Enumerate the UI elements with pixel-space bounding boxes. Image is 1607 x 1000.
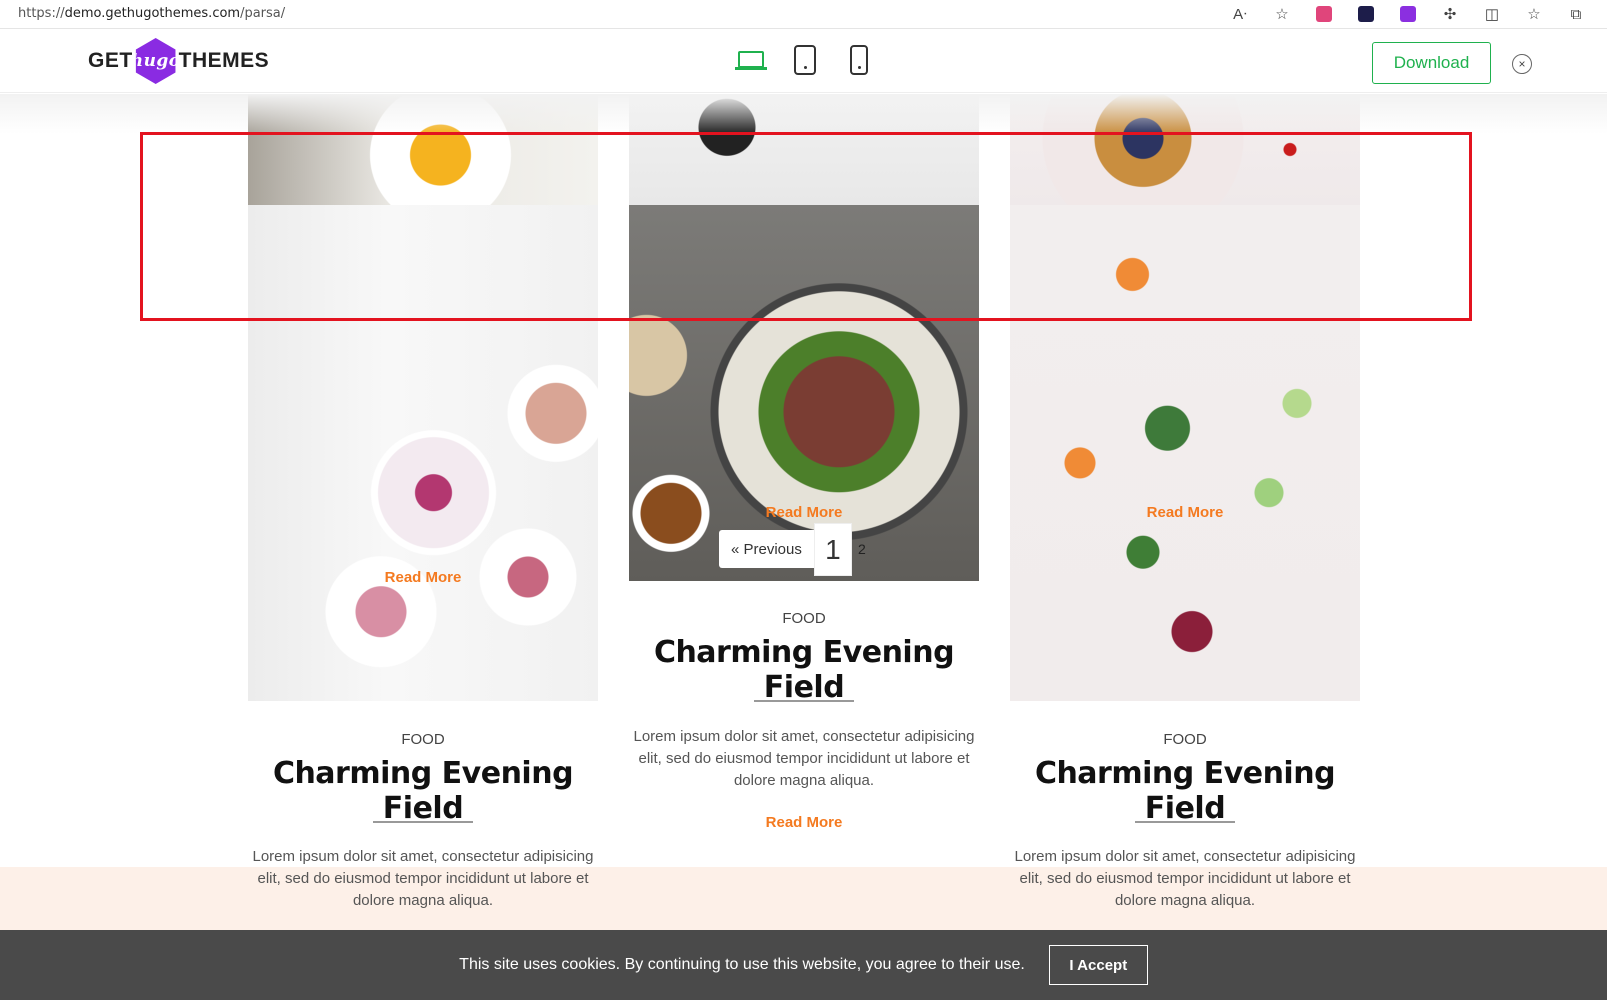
post-category[interactable]: FOOD [1010,731,1360,748]
favorites-icon[interactable]: ☆ [1513,3,1555,25]
accept-cookies-button[interactable]: I Accept [1048,945,1148,985]
cookie-consent-bar: This site uses cookies. By continuing to… [0,930,1607,1000]
extension-icon[interactable] [1387,3,1429,25]
blog-grid: Read More FOOD Charming Evening Field Lo… [0,94,1607,930]
device-switcher [735,44,874,76]
divider [373,821,473,823]
extensions-puzzle-icon[interactable]: ✣ [1429,3,1471,25]
read-more-overlay-link[interactable]: Read More [1010,504,1360,521]
read-more-overlay-link[interactable]: Read More [629,504,979,521]
favorite-star-icon[interactable]: ☆ [1261,3,1303,25]
divider [1135,821,1235,823]
read-more-link[interactable]: Read More [629,814,979,831]
post-excerpt: Lorem ipsum dolor sit amet, consectetur … [633,728,975,789]
extension-icon[interactable] [1303,3,1345,25]
url-host: demo.gethugothemes.com [64,6,241,21]
read-more-overlay-link[interactable]: Read More [248,569,598,586]
address-bar[interactable]: https://demo.gethugothemes.com/parsa/ [18,6,285,21]
read-aloud-icon[interactable]: Aᐧ [1219,3,1261,25]
browser-toolbar: https://demo.gethugothemes.com/parsa/ Aᐧ… [0,0,1607,29]
logo-text-right: THEMES [178,49,270,72]
page-2-link[interactable]: 2 [852,530,872,568]
highlight-annotation [140,132,1472,321]
divider [754,700,854,702]
current-page[interactable]: 1 [813,523,852,576]
logo-text-middle: hugo [130,51,181,71]
footer-band [0,867,1607,930]
post-title[interactable]: Charming Evening Field [248,756,598,826]
cookie-message: This site uses cookies. By continuing to… [459,956,1025,973]
collections-icon[interactable]: ⧉ [1555,3,1597,25]
post-title[interactable]: Charming Evening Field [1010,756,1360,826]
pagination: « Previous 1 2 [719,523,872,576]
close-icon[interactable]: × [1512,54,1532,74]
post-category[interactable]: FOOD [248,731,598,748]
logo-hexagon: hugo [130,38,181,84]
url-path: /parsa/ [240,6,286,21]
url-scheme: https:// [18,6,65,21]
split-screen-icon[interactable]: ◫ [1471,3,1513,25]
post-excerpt: Lorem ipsum dolor sit amet, consectetur … [252,848,594,909]
download-button[interactable]: Download [1372,42,1491,84]
gethugothemes-logo[interactable]: GET hugo THEMES [88,38,269,84]
demo-header: GET hugo THEMES Download × [0,30,1607,93]
post-excerpt: Lorem ipsum dolor sit amet, consectetur … [1014,848,1356,909]
logo-text-left: GET [88,49,133,72]
post-title[interactable]: Charming Evening Field [629,635,979,705]
tablet-view-icon[interactable] [790,44,820,76]
previous-page-link[interactable]: « Previous [719,530,814,568]
extension-icon[interactable] [1345,3,1387,25]
mobile-view-icon[interactable] [844,44,874,76]
desktop-view-icon[interactable] [735,44,767,76]
post-category[interactable]: FOOD [629,610,979,627]
